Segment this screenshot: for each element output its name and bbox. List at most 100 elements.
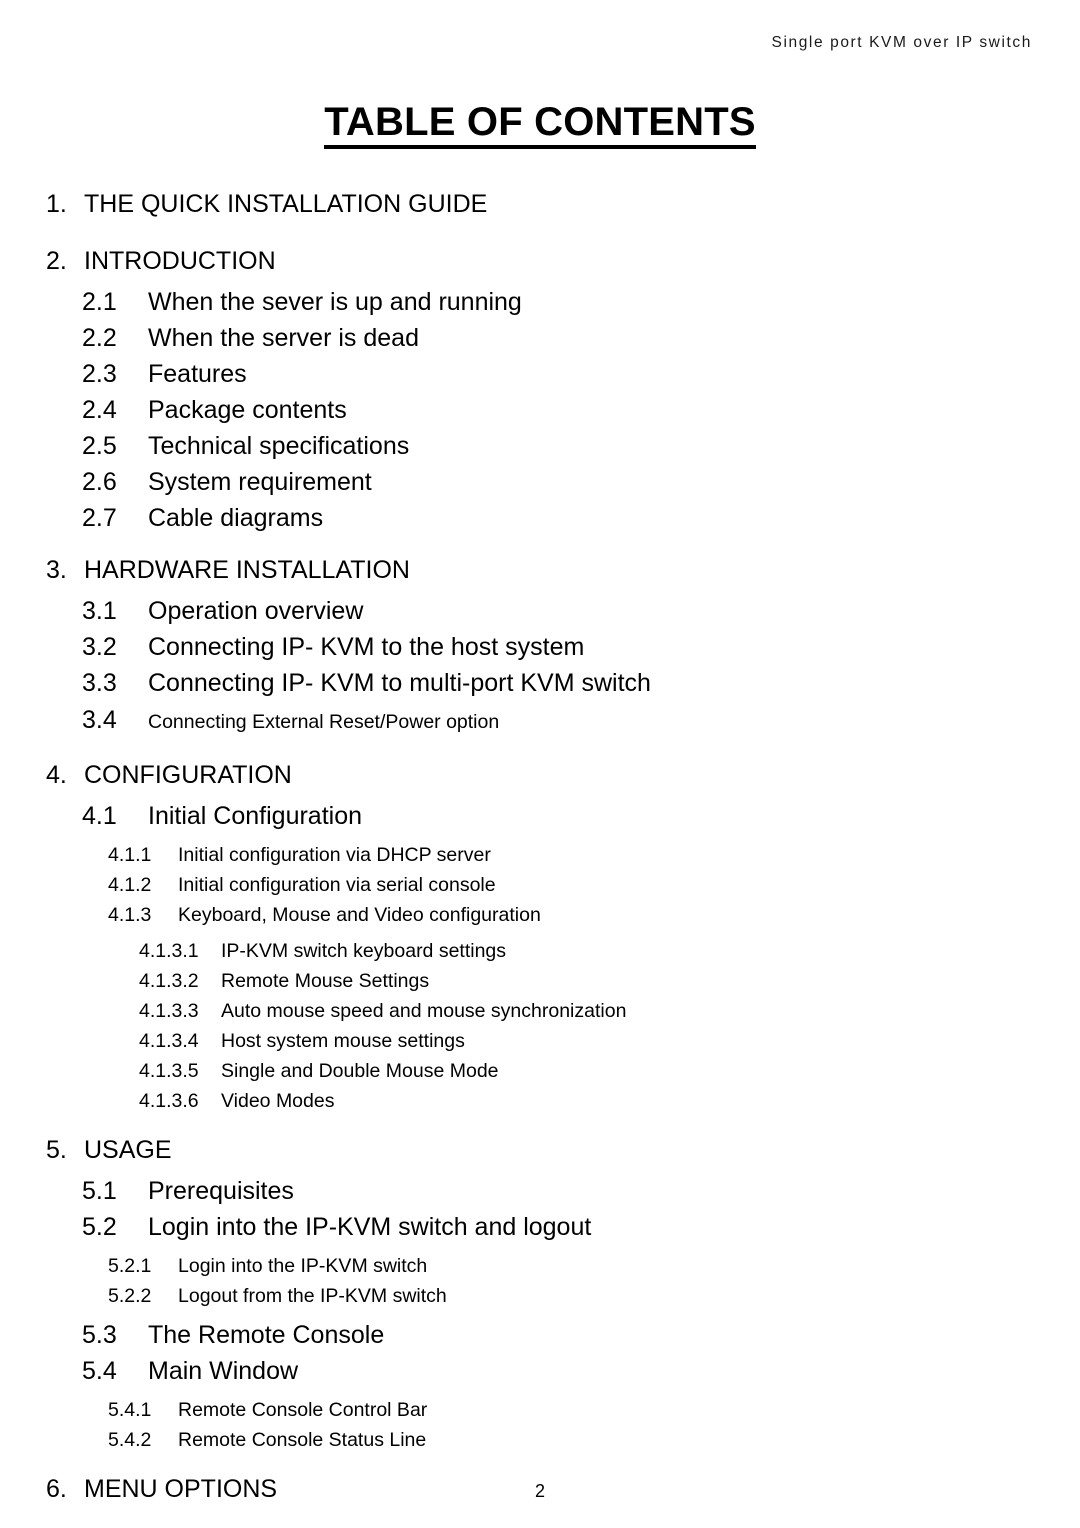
- toc-entry-number: 5.2: [82, 1213, 117, 1241]
- toc-entry[interactable]: 3.2 Connecting IP- KVM to the host system: [0, 629, 1080, 665]
- page-title-text: TABLE OF CONTENTS: [324, 101, 756, 149]
- toc-entry-label: Keyboard, Mouse and Video configuration: [178, 904, 541, 926]
- toc-entry[interactable]: 2.5 Technical specifications: [0, 428, 1080, 464]
- toc-entry[interactable]: 2.3 Features: [0, 356, 1080, 392]
- toc-entry-label: Host system mouse settings: [221, 1030, 465, 1052]
- toc-entry-label: Package contents: [148, 396, 347, 424]
- toc-entry-number: 5.2.1: [108, 1255, 152, 1277]
- toc-entry[interactable]: 2.2 When the server is dead: [0, 320, 1080, 356]
- toc-entry-number: 3.3: [82, 669, 117, 697]
- page-number: 2: [534, 1481, 545, 1501]
- toc-entry-number: 4.1.3.4: [139, 1030, 199, 1052]
- toc-entry[interactable]: 3.1 Operation overview: [0, 593, 1080, 629]
- toc-entry-label: Main Window: [148, 1357, 299, 1385]
- toc-entry[interactable]: 4.1.3 Keyboard, Mouse and Video configura…: [0, 900, 1080, 930]
- toc-entry-number: 2.2: [82, 324, 117, 352]
- toc-entry[interactable]: 4.1.3.1 IP-KVM switch keyboard settings: [0, 936, 1080, 966]
- toc-entry-number: 4.1.3.3: [139, 1000, 199, 1022]
- toc-entry-label: IP-KVM switch keyboard settings: [221, 940, 507, 962]
- toc-entry[interactable]: 4.1.3.3 Auto mouse speed and mouse synchr…: [0, 996, 1080, 1026]
- toc-entry-number: 5.1: [82, 1177, 117, 1205]
- toc-entry-number: 5.4: [82, 1357, 117, 1385]
- toc-entry[interactable]: 3.3 Connecting IP- KVM to multi-port KVM …: [0, 665, 1080, 701]
- toc-entry-label: System requirement: [148, 468, 372, 496]
- toc-entry[interactable]: 4.1.3.4 Host system mouse settings: [0, 1026, 1080, 1056]
- toc-entry-label: Connecting IP- KVM to the host system: [148, 633, 585, 661]
- toc-entry[interactable]: 5.3 The Remote Console: [0, 1317, 1080, 1353]
- toc-entry-number: 4.1.3.1: [139, 940, 199, 962]
- toc-entry-label: When the sever is up and running: [148, 288, 522, 316]
- toc-entry[interactable]: 1. THE QUICK INSTALLATION GUIDE: [0, 182, 1080, 227]
- toc-entry[interactable]: 2.6 System requirement: [0, 464, 1080, 500]
- toc-entry-label: Initial Configuration: [148, 802, 363, 830]
- toc-entry-number: 2.1: [82, 288, 117, 316]
- toc-entry-number: 3.4: [82, 706, 117, 734]
- toc-entry-number: 4.1.3: [108, 904, 152, 926]
- toc-entry[interactable]: 3. HARDWARE INSTALLATION: [0, 548, 1080, 593]
- toc-entry[interactable]: 2.4 Package contents: [0, 392, 1080, 428]
- toc-entry-number: 5.4.2: [108, 1429, 152, 1451]
- running-header: Single port KVM over IP switch: [771, 34, 1032, 51]
- toc-entry[interactable]: 5.4.2 Remote Console Status Line: [0, 1425, 1080, 1455]
- toc-entry-number: 2.: [46, 247, 67, 275]
- toc-entry[interactable]: 2. INTRODUCTION: [0, 239, 1080, 284]
- toc-entry[interactable]: 4.1 Initial Configuration: [0, 798, 1080, 834]
- toc-entry[interactable]: 5.2.2 Logout from the IP-KVM switch: [0, 1281, 1080, 1311]
- document-page: Single port KVM over IP switch TABLE OF …: [0, 0, 1080, 1528]
- toc-entry[interactable]: 5.2 Login into the IP-KVM switch and logo…: [0, 1209, 1080, 1245]
- toc-entry[interactable]: 4.1.2 Initial configuration via serial co…: [0, 870, 1080, 900]
- toc-entry-label: Operation overview: [148, 597, 364, 625]
- toc-entry-number: 3.2: [82, 633, 117, 661]
- toc-entry-label: Login into the IP-KVM switch: [178, 1255, 428, 1277]
- toc-entry[interactable]: 4.1.1 Initial configuration via DHCP serv…: [0, 840, 1080, 870]
- toc-entry[interactable]: 2.7 Cable diagrams: [0, 500, 1080, 536]
- toc-entry-number: 2.4: [82, 396, 117, 424]
- toc-entry-label: Video Modes: [221, 1090, 335, 1112]
- toc-entry-label: Remote Console Control Bar: [178, 1399, 428, 1421]
- toc-entry-label: Remote Console Status Line: [178, 1429, 427, 1451]
- toc-entry-label: Auto mouse speed and mouse synchronizati…: [221, 1000, 627, 1022]
- toc-entry[interactable]: 3.4 Connecting External Reset/Power optio…: [0, 701, 1080, 741]
- toc-entry-label: Connecting External Reset/Power option: [148, 711, 500, 733]
- toc-entry-label: Initial configuration via DHCP server: [178, 844, 491, 866]
- toc-entry[interactable]: 4.1.3.6 Video Modes: [0, 1086, 1080, 1116]
- toc-entry[interactable]: 4. CONFIGURATION: [0, 753, 1080, 798]
- page-title: TABLE OF CONTENTS: [0, 100, 1080, 149]
- toc-entry-number: 5.2.2: [108, 1285, 152, 1307]
- toc-entry-label: Prerequisites: [148, 1177, 294, 1205]
- toc-entry-number: 4.1.3.5: [139, 1060, 199, 1082]
- toc-entry-label: Cable diagrams: [148, 504, 324, 532]
- toc-entry-number: 2.6: [82, 468, 117, 496]
- toc-entry-number: 5.3: [82, 1321, 117, 1349]
- toc-entry-label: Remote Mouse Settings: [221, 970, 430, 992]
- toc-entry-number: 3.: [46, 556, 67, 584]
- toc-entry-number: 4.1.3.6: [139, 1090, 199, 1112]
- toc-entry[interactable]: 5.1 Prerequisites: [0, 1173, 1080, 1209]
- toc-entry-number: 4.1.3.2: [139, 970, 199, 992]
- toc-entry[interactable]: 5.4.1 Remote Console Control Bar: [0, 1395, 1080, 1425]
- toc-entry[interactable]: 4.1.3.2 Remote Mouse Settings: [0, 966, 1080, 996]
- toc-entry-label: Technical specifications: [148, 432, 410, 460]
- toc-entry-label: USAGE: [84, 1136, 172, 1164]
- toc-entry-label: THE QUICK INSTALLATION GUIDE: [84, 190, 488, 218]
- toc-entry-number: 4.1: [82, 802, 117, 830]
- toc-entry-number: 1.: [46, 190, 67, 218]
- toc-entry-label: Login into the IP-KVM switch and logout: [148, 1213, 592, 1241]
- toc-entry-number: 4.1.2: [108, 874, 152, 896]
- toc-entry[interactable]: 5.2.1 Login into the IP-KVM switch: [0, 1251, 1080, 1281]
- toc-entry[interactable]: 5. USAGE: [0, 1128, 1080, 1173]
- toc-entry[interactable]: 2.1 When the sever is up and running: [0, 284, 1080, 320]
- toc-entry-number: 5.4.1: [108, 1399, 152, 1421]
- toc-entry-label: Features: [148, 360, 247, 388]
- toc-entry-label: HARDWARE INSTALLATION: [84, 556, 410, 584]
- toc-entry-number: 4.: [46, 761, 67, 789]
- toc-entry[interactable]: 4.1.3.5 Single and Double Mouse Mode: [0, 1056, 1080, 1086]
- toc-entry-label: CONFIGURATION: [84, 761, 292, 789]
- toc-entry-label: Logout from the IP-KVM switch: [178, 1285, 447, 1307]
- toc-entry[interactable]: 5.4 Main Window: [0, 1353, 1080, 1389]
